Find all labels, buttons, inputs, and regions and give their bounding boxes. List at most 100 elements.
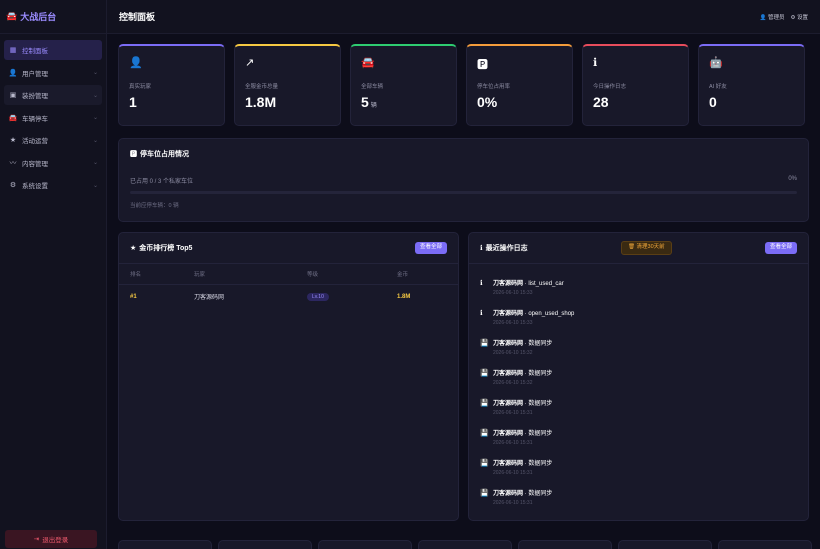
log-user: 刀客源码网: [493, 491, 524, 497]
car-icon: 🚘: [8, 114, 18, 122]
table-row[interactable]: #1 刀客源码网 Lv.10 1.8M: [119, 285, 458, 308]
sidebar-item-label: 活动运营: [22, 138, 48, 145]
sidebar: 🚘 大战后台 ▦ 控制面板 👤 用户管理 ⌄ ▣ 装扮管理 ⌄ 🚘 车辆停车 ⌄…: [0, 0, 107, 549]
chevron-down-icon: ⌄: [92, 70, 98, 76]
log-time: 2026-06-10 15:31: [493, 440, 533, 446]
bottom-card: [618, 540, 712, 549]
topbar: 控制面板 👤 管理员 ⚙ 设置: [107, 0, 820, 34]
user-menu[interactable]: 👤 管理员: [760, 13, 785, 21]
car-logo-icon: 🚘: [6, 11, 18, 21]
ranking-table-header: 排名 玩家 等级 金币: [119, 264, 458, 285]
bottom-card: [718, 540, 812, 549]
gear-icon: ⚙: [790, 14, 796, 21]
bottom-card: [318, 540, 412, 549]
parking-icon: 🅿: [130, 151, 137, 158]
level-badge: Lv.10: [307, 292, 329, 301]
log-time: 2026-06-10 15:31: [493, 500, 533, 506]
logs-title: ℹ 最近操作日志: [480, 245, 528, 252]
logout-icon: ⇥: [33, 536, 40, 543]
star-icon: ★: [9, 137, 17, 144]
stat-value: 1.8M: [245, 94, 277, 110]
parking-icon: 🅿: [477, 59, 488, 71]
chevron-down-icon: ⌄: [92, 137, 98, 144]
save-icon: 💾: [480, 370, 489, 377]
list-item: 💾 刀客源码网 · 数据同步 2026-06-10 15:31: [480, 458, 797, 488]
clear-logs-button[interactable]: 🗑 清理30天前: [621, 241, 672, 255]
stat-value: 28: [593, 94, 609, 110]
box-icon: ▣: [9, 92, 17, 99]
list-item: 💾 刀客源码网 · 数据同步 2026-06-10 15:32: [480, 368, 797, 398]
chevron-down-icon: ⌄: [92, 115, 98, 121]
col-level: 等级: [307, 272, 319, 278]
list-item: 💾 刀客源码网 · 数据同步 2026-06-10 15:31: [480, 488, 797, 518]
car-icon: 🚘: [361, 57, 375, 69]
log-action: · 数据同步: [523, 341, 553, 347]
log-list: ℹ 刀客源码网 · list_used_car 2026-06-10 15:33 ℹ…: [469, 264, 808, 518]
parking-panel: 🅿 停车位占用情况 已占用 0 / 3 个私家车位 0% 当前应停车辆：0 辆: [118, 138, 809, 222]
bottom-card: [218, 540, 312, 549]
info-icon: ℹ: [593, 57, 598, 69]
log-user: 刀客源码网: [493, 311, 524, 317]
main-content: 👤 真实玩家 1 ↗ 全服金币总量 1.8M 🚘 全部车辆 5辆 🅿 停车位占用…: [118, 44, 809, 521]
star-icon: ★: [130, 245, 137, 252]
sidebar-item-settings[interactable]: ⚙ 系统设置 ⌄: [4, 175, 102, 195]
col-player: 玩家: [194, 272, 206, 278]
stat-value: 1: [129, 94, 137, 110]
bottom-card: [418, 540, 512, 549]
ranking-header: ★ 金币排行榜 Top5 查看全部: [119, 233, 458, 264]
log-action: · 数据同步: [523, 491, 553, 497]
ranking-title: ★ 金币排行榜 Top5: [130, 245, 193, 252]
bottom-card: [118, 540, 212, 549]
log-time: 2026-06-10 15:32: [493, 350, 533, 356]
brand[interactable]: 🚘 大战后台: [0, 0, 106, 34]
save-icon: 💾: [480, 340, 489, 347]
trash-icon: 🗑: [628, 244, 635, 251]
bottom-cards-row: [118, 540, 812, 549]
sidebar-item-parking[interactable]: 🚘 车辆停车 ⌄: [4, 108, 102, 128]
sidebar-item-label: 控制面板: [22, 48, 48, 55]
log-time: 2026-06-10 15:33: [493, 290, 533, 296]
bottom-card: [518, 540, 612, 549]
coins-cell: 1.8M: [397, 293, 411, 300]
stat-card-coins: ↗ 全服金币总量 1.8M: [234, 44, 341, 126]
info-icon: ℹ: [480, 310, 483, 317]
logs-view-all-button[interactable]: 查看全部: [764, 242, 797, 254]
stat-value: 5辆: [361, 94, 377, 110]
logs-header: ℹ 最近操作日志 🗑 清理30天前 查看全部: [469, 233, 808, 264]
stat-label: 全服金币总量: [245, 84, 279, 90]
grid-icon: ▦: [9, 47, 17, 54]
save-icon: 💾: [480, 460, 489, 467]
parking-title: 🅿 停车位占用情况: [130, 151, 189, 158]
log-user: 刀客源码网: [493, 401, 524, 407]
user-icon: 👤: [8, 69, 18, 77]
save-icon: 💾: [480, 490, 489, 497]
parking-occupied: 已占用 0 / 3 个私家车位: [130, 179, 194, 185]
log-user: 刀客源码网: [493, 281, 524, 287]
topbar-actions: 👤 管理员 ⚙ 设置: [760, 13, 808, 21]
user-icon: 👤: [129, 57, 143, 69]
logout-button[interactable]: ⇥ 退出登录: [5, 530, 97, 548]
sidebar-item-dashboard[interactable]: ▦ 控制面板: [4, 40, 102, 60]
stat-card-parking-rate: 🅿 停车位占用率 0%: [466, 44, 573, 126]
brand-name: 大战后台: [20, 12, 57, 22]
stat-cards: 👤 真实玩家 1 ↗ 全服金币总量 1.8M 🚘 全部车辆 5辆 🅿 停车位占用…: [118, 44, 809, 126]
settings-link[interactable]: ⚙ 设置: [791, 13, 808, 21]
sidebar-item-content[interactable]: 〰 内容管理 ⌄: [4, 153, 102, 173]
ranking-view-all-button[interactable]: 查看全部: [414, 242, 447, 254]
sidebar-item-outfits[interactable]: ▣ 装扮管理 ⌄: [4, 85, 102, 105]
stat-label: 停车位占用率: [477, 84, 511, 90]
log-user: 刀客源码网: [493, 341, 524, 347]
sidebar-item-events[interactable]: ★ 活动运营 ⌄: [4, 130, 102, 150]
log-user: 刀客源码网: [493, 461, 524, 467]
coin-ranking-panel: ★ 金币排行榜 Top5 查看全部 排名 玩家 等级 金币 #1 刀客源码网 L…: [118, 232, 459, 521]
trending-up-icon: ↗: [245, 57, 255, 69]
list-item: 💾 刀客源码网 · 数据同步 2026-06-10 15:32: [480, 338, 797, 368]
sidebar-item-users[interactable]: 👤 用户管理 ⌄: [4, 63, 102, 83]
sidebar-item-label: 车辆停车: [22, 115, 48, 123]
info-icon: ℹ: [480, 245, 483, 252]
page-title: 控制面板: [119, 12, 156, 22]
sidebar-item-label: 装扮管理: [22, 93, 48, 100]
gear-icon: ⚙: [9, 182, 17, 189]
chevron-down-icon: ⌄: [92, 92, 98, 99]
save-icon: 💾: [480, 430, 489, 437]
